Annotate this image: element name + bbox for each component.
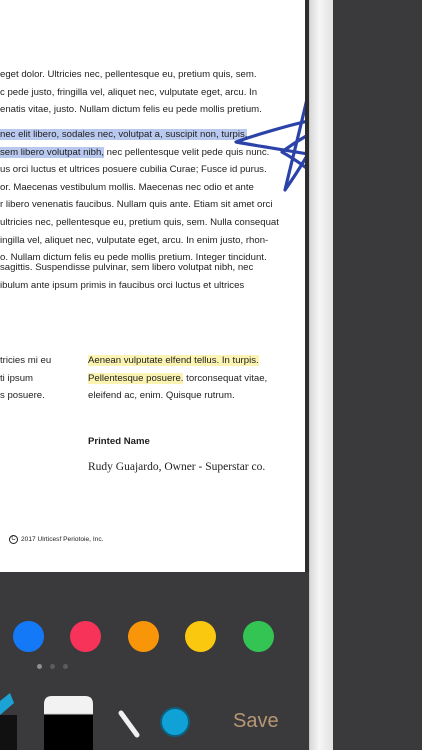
right-column-text: Aenean vulputate elfend tellus. In turpi… — [88, 352, 267, 405]
text-line: eget dolor. Ultricies nec, pellentesque … — [0, 69, 257, 80]
text-line: ibulum ante ipsum primis in faucibus orc… — [0, 279, 245, 291]
selected-color-swatch[interactable] — [160, 707, 190, 737]
save-button[interactable]: Save — [233, 710, 279, 733]
marker-tip-icon — [0, 693, 14, 715]
marker-body — [0, 715, 17, 750]
text-line: Aenean vulputate elfend tellus. In turpi… — [88, 352, 267, 370]
copyright-icon: C — [9, 535, 18, 544]
text-line: enatis vitae, justo. Nullam dictum felis… — [0, 104, 262, 116]
palette-page-indicator[interactable] — [37, 664, 68, 669]
paragraph-1: eget dolor. Ultricies nec, pellentesque … — [0, 66, 262, 119]
marker-tool[interactable] — [0, 693, 17, 750]
printed-name-label: Printed Name — [88, 436, 150, 447]
device-side-frame — [309, 0, 333, 750]
eraser-icon — [44, 696, 93, 714]
color-swatch-orange[interactable] — [128, 621, 159, 652]
text-line: ultricies nec, pellentesque eu, pretium … — [0, 216, 279, 228]
text-line: ingilla vel, aliquet nec, vulputate eget… — [0, 234, 269, 246]
eraser-tool[interactable] — [42, 694, 95, 750]
text-line: c pede justo, fringilla vel, aliquet nec… — [0, 86, 258, 98]
star-stroke — [234, 100, 305, 192]
text-line: sagittis. Suspendisse pulvinar, sem libe… — [0, 262, 254, 273]
blue-highlight[interactable]: sem libero volutpat nibh, — [0, 146, 104, 158]
text-line: ti ipsum — [0, 372, 34, 384]
side-background — [333, 0, 422, 750]
page-dot-active[interactable] — [37, 664, 42, 669]
copyright-text: 2017 Ulrticesf Periotoie, Inc. — [21, 536, 104, 543]
color-swatch-yellow[interactable] — [185, 621, 216, 652]
page-dot[interactable] — [63, 664, 68, 669]
text-line: s posuere. — [0, 390, 45, 402]
eraser-body — [44, 714, 93, 750]
star-drawing[interactable] — [230, 78, 305, 203]
color-swatch-green[interactable] — [243, 621, 274, 652]
fine-pen-tool[interactable] — [118, 710, 140, 738]
blue-highlight[interactable]: nec elit libero, sodales nec, volutpat a… — [0, 129, 248, 140]
paragraph-3: sagittis. Suspendisse pulvinar, sem libe… — [0, 259, 253, 294]
page-dot[interactable] — [50, 664, 55, 669]
color-swatch-red[interactable] — [70, 621, 101, 652]
color-swatch-blue[interactable] — [13, 621, 44, 652]
copyright-footer: C 2017 Ulrticesf Periotoie, Inc. — [9, 535, 103, 544]
app-screen: eget dolor. Ultricies nec, pellentesque … — [0, 0, 422, 750]
text-line: Pellentesque posuere. torconsequat vitae… — [88, 370, 267, 388]
text-line: eleifend ac, enim. Quisque rutrum. — [88, 390, 235, 402]
text-line: tricies mi eu — [0, 355, 52, 366]
signature-line: Rudy Guajardo, Owner - Superstar co. — [88, 461, 266, 473]
yellow-highlight[interactable]: Aenean vulputate elfend tellus. In turpi… — [88, 355, 259, 366]
fine-pen-icon — [118, 710, 140, 738]
left-column-text: tricies mi eu ti ipsum s posuere. — [0, 352, 51, 405]
yellow-highlight[interactable]: Pellentesque posuere. — [88, 372, 184, 384]
text-span: torconsequat vitae, — [183, 372, 268, 384]
document-page[interactable]: eget dolor. Ultricies nec, pellentesque … — [0, 0, 305, 572]
